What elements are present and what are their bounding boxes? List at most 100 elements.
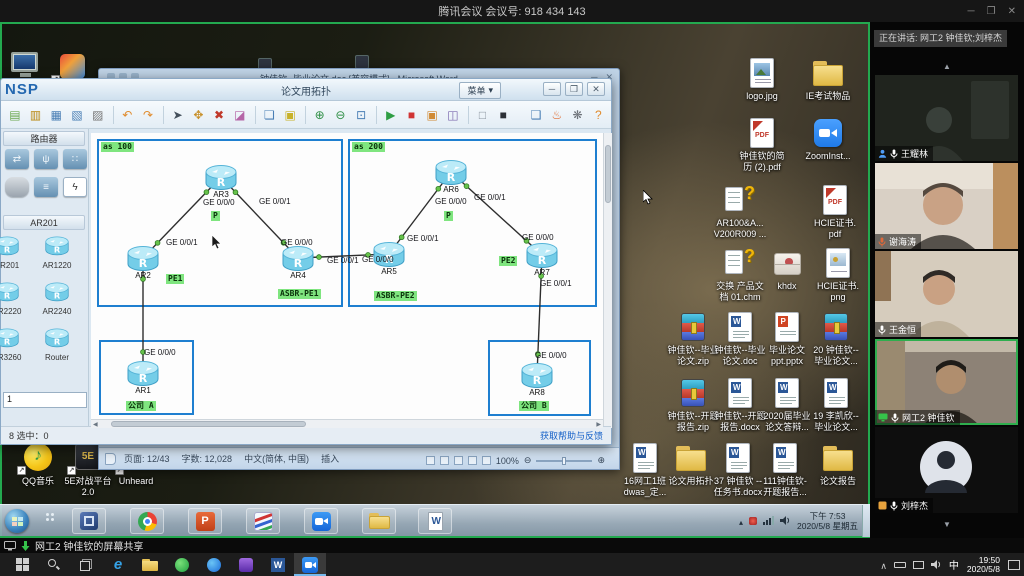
- participant-video[interactable]: 刘梓杰: [875, 427, 1018, 513]
- zoom-out-icon[interactable]: ⊖: [333, 106, 349, 124]
- pan-icon[interactable]: ✥: [191, 106, 207, 124]
- participant-video[interactable]: 网工2 钟佳钦: [875, 339, 1018, 425]
- open-icon[interactable]: ▥: [28, 106, 44, 124]
- explorer-icon[interactable]: [362, 508, 396, 534]
- device-count-field[interactable]: 1: [3, 392, 87, 408]
- edge-icon[interactable]: e: [102, 553, 134, 576]
- battery-icon[interactable]: [894, 562, 906, 568]
- desktop-icon[interactable]: IE考试物品: [797, 58, 859, 101]
- zoom-out-button[interactable]: ⊖: [524, 455, 532, 466]
- virtualbox-icon[interactable]: [72, 508, 106, 534]
- close-button[interactable]: ✕: [1008, 6, 1016, 17]
- desktop-icon[interactable]: ZoomInst...: [797, 118, 859, 161]
- device-ar201[interactable]: R AR201: [0, 235, 31, 270]
- start-button[interactable]: [6, 553, 38, 576]
- vertical-scrollbar[interactable]: [603, 133, 612, 428]
- desktop-icon[interactable]: logo.jpg: [731, 58, 793, 101]
- router-node-ar4[interactable]: R AR4: [281, 244, 315, 272]
- minimize-button[interactable]: ─: [543, 82, 561, 96]
- desktop-icon[interactable]: W19 李凯欣--毕业论文...: [805, 378, 867, 432]
- pause-icon[interactable]: ▣: [424, 106, 440, 124]
- tencent-meeting-icon[interactable]: [294, 553, 326, 576]
- app-purple-icon[interactable]: [230, 553, 262, 576]
- comment-icon[interactable]: ❏: [262, 106, 278, 124]
- chrome-icon[interactable]: [130, 508, 164, 534]
- horizontal-scrollbar[interactable]: ◀ ▶: [91, 419, 603, 428]
- desktop-icon[interactable]: 20 钟佳钦--毕业论文...: [805, 312, 867, 366]
- scroll-up-button[interactable]: ▲: [943, 62, 951, 71]
- device-ar1220[interactable]: R AR1220: [33, 235, 81, 270]
- view-button[interactable]: [440, 456, 449, 465]
- panel-title[interactable]: 路由器: [3, 131, 85, 146]
- new-topology-icon[interactable]: ▤: [7, 106, 23, 124]
- zoom-in-icon[interactable]: ⊕: [312, 106, 328, 124]
- word-status-item[interactable]: 字数: 12,028: [182, 454, 233, 464]
- wlan-category-icon[interactable]: ψ: [34, 149, 58, 169]
- actual-size-icon[interactable]: ⊡: [353, 106, 369, 124]
- zoom-slider[interactable]: [536, 460, 592, 462]
- undo-icon[interactable]: ↶: [119, 106, 135, 124]
- router-node-ar7[interactable]: R AR7: [525, 241, 559, 269]
- word-status-item[interactable]: 中文(简体, 中国): [244, 454, 309, 464]
- cli-monitor-icon[interactable]: ■: [495, 106, 511, 124]
- device-ar2220[interactable]: R AR2220: [0, 281, 31, 316]
- router-node-ar6[interactable]: R AR6: [434, 158, 468, 186]
- network-icon[interactable]: [763, 512, 774, 530]
- packet-capture-icon[interactable]: ◫: [445, 106, 461, 124]
- device-ar3260[interactable]: R AR3260: [0, 327, 31, 362]
- scroll-down-button[interactable]: ▼: [943, 520, 951, 529]
- help-icon[interactable]: ?: [590, 106, 606, 124]
- topology-canvas[interactable]: as 100as 200GE 0/0/0GE 0/0/1GE 0/0/1GE 0…: [91, 133, 603, 428]
- router-node-ar3[interactable]: R AR3: [204, 163, 238, 191]
- participant-video[interactable]: 谢海涛: [875, 163, 1018, 249]
- desktop-icon[interactable]: HCIE证书.png: [807, 248, 869, 302]
- cloud-category-icon[interactable]: [5, 177, 29, 197]
- delete-icon[interactable]: ✖: [211, 106, 227, 124]
- router-node-ar1[interactable]: R AR1: [126, 359, 160, 387]
- tencent-meeting-icon[interactable]: [304, 508, 338, 534]
- search-icon[interactable]: [38, 553, 70, 576]
- volume-icon[interactable]: [931, 556, 941, 574]
- ensp-icon[interactable]: [246, 508, 280, 534]
- settings-icon[interactable]: ❋: [570, 106, 586, 124]
- tray-expand-icon[interactable]: ▴: [739, 512, 743, 530]
- maximize-button[interactable]: ❐: [987, 6, 996, 17]
- win7-clock[interactable]: 下午 7:53 2020/5/8 星期五: [797, 511, 858, 531]
- word-status-item[interactable]: 插入: [321, 454, 339, 464]
- app-blue-icon[interactable]: [198, 553, 230, 576]
- eraser-icon[interactable]: ◪: [232, 106, 248, 124]
- save-all-icon[interactable]: ▧: [69, 106, 85, 124]
- close-button[interactable]: ✕: [587, 82, 605, 96]
- device-ar2240[interactable]: R AR2240: [33, 281, 81, 316]
- tray-security-icon[interactable]: [749, 517, 757, 525]
- router-node-ar8[interactable]: R AR8: [520, 361, 554, 389]
- word-icon[interactable]: W: [262, 553, 294, 576]
- device-router[interactable]: R Router: [33, 327, 81, 362]
- redo-icon[interactable]: ↷: [140, 106, 156, 124]
- display-icon[interactable]: [913, 561, 924, 569]
- l2switch-category-icon[interactable]: ≡: [34, 177, 58, 197]
- word-status-item[interactable]: 页面: 12/43: [124, 454, 170, 464]
- menu-button[interactable]: 菜单 ▾: [459, 82, 501, 99]
- forum-icon[interactable]: ♨: [549, 106, 565, 124]
- save-icon[interactable]: ▦: [48, 106, 64, 124]
- volume-icon[interactable]: [780, 512, 790, 530]
- help-feedback-link[interactable]: 获取帮助与反馈: [540, 429, 603, 442]
- print-icon[interactable]: ▨: [90, 106, 106, 124]
- pinned-separator[interactable]: [46, 513, 54, 521]
- ensp-titlebar[interactable]: NSP 论文用拓扑 菜单 ▾ ─❐✕: [1, 79, 611, 101]
- participant-video[interactable]: 王耀林: [875, 75, 1018, 161]
- select-icon[interactable]: ➤: [170, 106, 186, 124]
- ensp-window[interactable]: NSP 论文用拓扑 菜单 ▾ ─❐✕ ▤▥▦▧▨↶↷➤✥✖◪❏▣⊕⊖⊡▶■▣◫□…: [0, 78, 612, 445]
- scrollbar-thumb[interactable]: [605, 145, 611, 203]
- note-icon[interactable]: ▣: [282, 106, 298, 124]
- action-center-icon[interactable]: [1008, 560, 1020, 570]
- maximize-button[interactable]: ❐: [565, 82, 583, 96]
- minimize-button[interactable]: ─: [968, 6, 975, 17]
- blank-page-icon[interactable]: □: [475, 106, 491, 124]
- zoom-in-button[interactable]: ⊕: [597, 455, 605, 466]
- tray-chevron-icon[interactable]: ∧: [880, 556, 887, 574]
- show-desktop-button[interactable]: [862, 505, 870, 537]
- switch-category-icon[interactable]: ∷: [63, 149, 87, 169]
- desktop-icon[interactable]: PDFHCIE证书.pdf: [804, 185, 866, 239]
